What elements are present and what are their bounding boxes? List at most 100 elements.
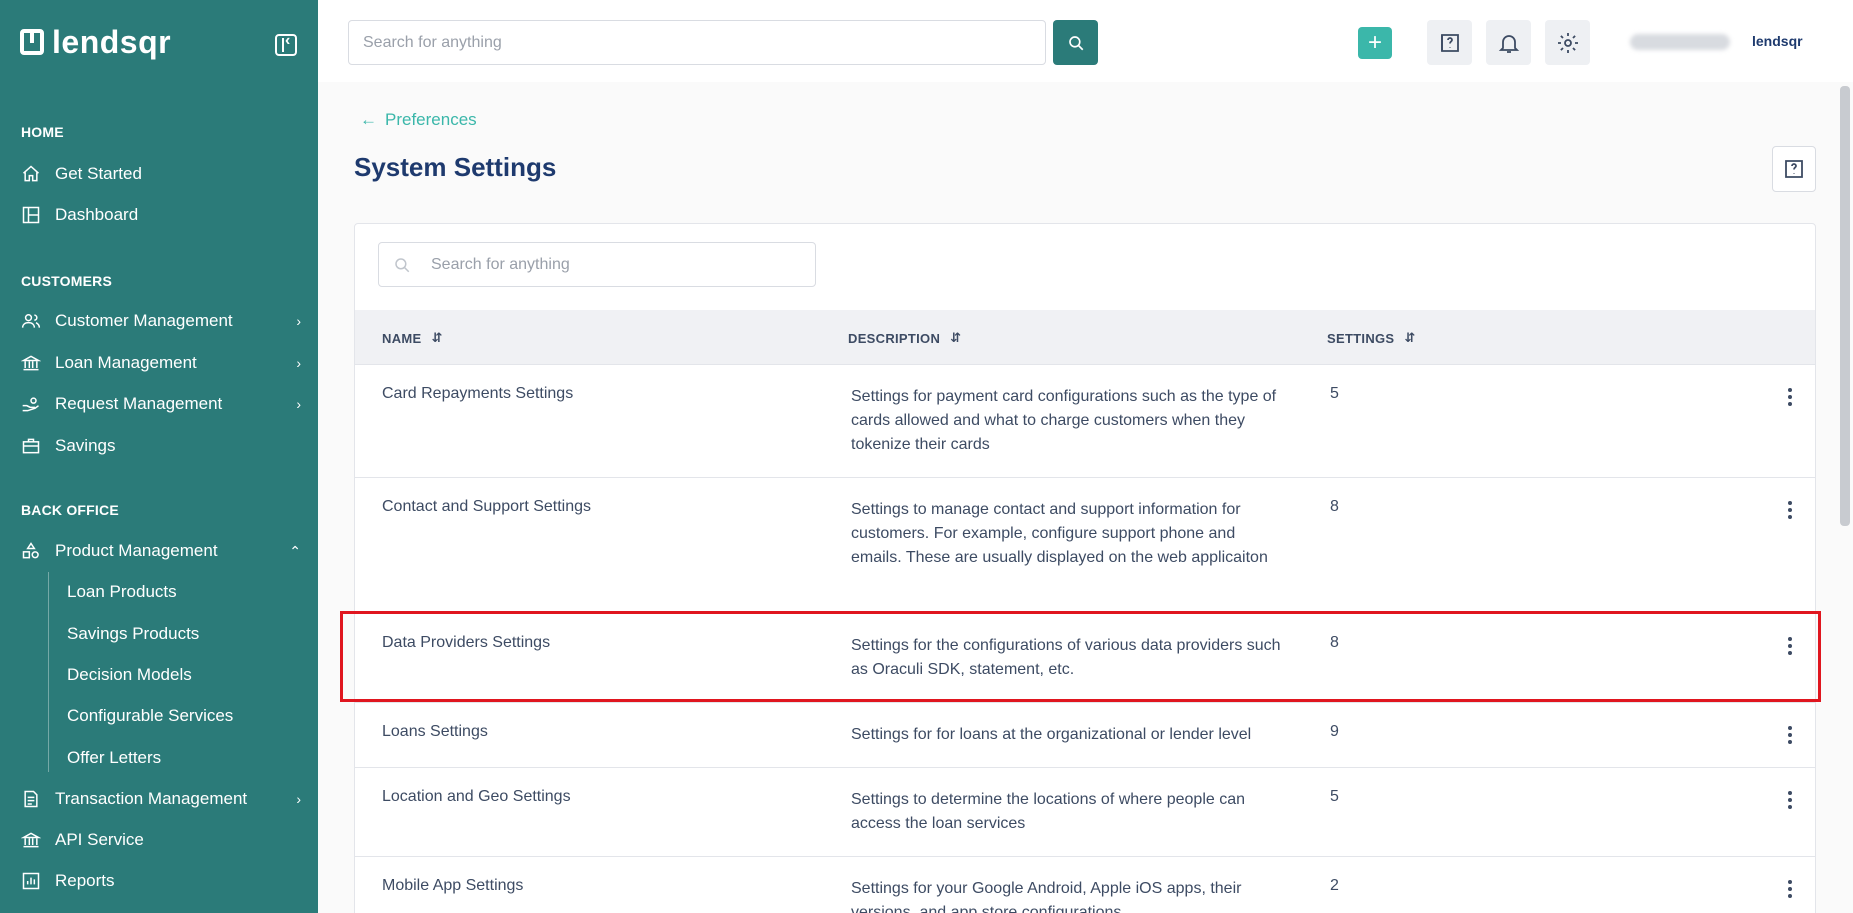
row-count: 5 (1330, 385, 1339, 402)
org-logo: lendsqr (1752, 33, 1803, 49)
nav-customer-management[interactable]: Customer Management › (21, 307, 301, 335)
nav-label: Request Management (55, 394, 223, 413)
logo-mark-icon (20, 29, 44, 55)
chevron-up-icon: ⌃ (289, 543, 301, 559)
global-search-button[interactable] (1053, 20, 1098, 65)
nav-savings[interactable]: Savings (21, 432, 301, 460)
row-menu-icon[interactable] (1780, 385, 1800, 409)
nav-label: Product Management (55, 541, 218, 560)
row-menu-icon[interactable] (1780, 634, 1800, 658)
nav-loan-management[interactable]: Loan Management › (21, 349, 301, 377)
sort-icon[interactable]: ⇵ (431, 330, 442, 346)
row-name: Data Providers Settings (382, 634, 551, 651)
row-menu-icon[interactable] (1780, 788, 1800, 812)
nav-loan-products[interactable]: Loan Products (67, 582, 177, 602)
page-scrollbar[interactable] (1840, 86, 1850, 526)
row-description: Settings for payment card configurations… (851, 388, 1277, 453)
column-name-label: NAME (382, 330, 422, 346)
column-settings-label: SETTINGS (1327, 330, 1395, 346)
nav-decision-models[interactable]: Decision Models (67, 665, 192, 685)
global-search-input[interactable]: Search for anything (348, 20, 1046, 65)
chevron-right-icon: › (296, 355, 301, 371)
nav-label: Reports (55, 871, 115, 890)
page-help-button[interactable] (1772, 146, 1816, 192)
nav-dashboard[interactable]: Dashboard (21, 201, 301, 229)
row-description: Settings for the configurations of vario… (851, 637, 1281, 678)
nav-configurable-services[interactable]: Configurable Services (67, 706, 233, 726)
search-icon (1068, 35, 1083, 50)
briefcase-icon (21, 436, 41, 456)
row-name: Location and Geo Settings (382, 788, 571, 805)
row-name: Contact and Support Settings (382, 498, 592, 515)
nav-label: Transaction Management (55, 789, 248, 808)
row-name: Card Repayments Settings (382, 385, 574, 402)
nav-reports[interactable]: Reports (21, 867, 301, 895)
nav-get-started[interactable]: Get Started (21, 160, 301, 188)
column-settings[interactable]: SETTINGS ⇵ (1327, 330, 1416, 346)
nav-savings-products[interactable]: Savings Products (67, 624, 199, 644)
table-row[interactable]: Location and Geo Settings Settings to de… (355, 768, 1815, 857)
request-icon (21, 394, 41, 414)
table-row[interactable]: Card Repayments Settings Settings for pa… (355, 365, 1815, 478)
row-count: 8 (1330, 634, 1339, 651)
row-count: 5 (1330, 788, 1339, 805)
user-menu[interactable] (1630, 34, 1730, 50)
page-title: System Settings (354, 152, 557, 182)
column-name[interactable]: NAME ⇵ (382, 330, 443, 346)
breadcrumb-back[interactable]: ← Preferences (360, 110, 477, 130)
search-icon (395, 257, 410, 272)
column-description-label: DESCRIPTION (848, 330, 941, 346)
help-button[interactable] (1427, 20, 1472, 65)
row-name: Loans Settings (382, 723, 488, 740)
row-menu-icon[interactable] (1780, 723, 1800, 747)
help-icon (1785, 160, 1803, 178)
nav-transaction-management[interactable]: Transaction Management › (21, 785, 301, 813)
bank-icon (21, 830, 41, 850)
table-row[interactable]: Data Providers Settings Settings for the… (355, 614, 1815, 703)
row-count: 2 (1330, 877, 1339, 894)
home-icon (21, 164, 41, 184)
row-count: 8 (1330, 498, 1339, 515)
nav-offer-letters[interactable]: Offer Letters (67, 748, 161, 768)
nav-label: Dashboard (55, 205, 139, 224)
table-row[interactable]: Loans Settings Settings for for loans at… (355, 703, 1815, 768)
row-menu-icon[interactable] (1780, 877, 1800, 901)
row-menu-icon[interactable] (1780, 498, 1800, 522)
shapes-icon (21, 541, 41, 561)
add-button[interactable]: + (1358, 27, 1392, 59)
sort-icon[interactable]: ⇵ (950, 330, 961, 346)
gear-icon (1557, 32, 1578, 53)
sort-icon[interactable]: ⇵ (1404, 330, 1415, 346)
nav-label: Savings (55, 436, 116, 455)
nav-label: Loan Management (55, 353, 197, 372)
table-search-placeholder: Search for anything (431, 255, 570, 273)
table-row[interactable]: Contact and Support Settings Settings to… (355, 478, 1815, 614)
notifications-button[interactable] (1486, 20, 1531, 65)
arrow-left-icon: ← (360, 110, 377, 129)
logo-text: lendsqr (52, 24, 172, 60)
help-icon (1440, 33, 1459, 52)
nav-label: Customer Management (55, 311, 233, 330)
breadcrumb-label: Preferences (385, 110, 477, 129)
row-description: Settings for for loans at the organizati… (851, 726, 1252, 743)
section-home: HOME (21, 124, 64, 140)
section-customers: CUSTOMERS (21, 273, 112, 289)
nav-request-management[interactable]: Request Management › (21, 390, 301, 418)
table-search-input[interactable]: Search for anything (378, 242, 816, 287)
settings-table-card: Search for anything NAME ⇵ DESCRIPTION ⇵… (354, 223, 1816, 913)
chevron-right-icon: › (296, 791, 301, 807)
settings-button[interactable] (1545, 20, 1590, 65)
row-description: Settings for your Google Android, Apple … (851, 880, 1242, 913)
table-row[interactable]: Mobile App Settings Settings for your Go… (355, 857, 1815, 913)
bank-icon (21, 353, 41, 373)
logo[interactable]: lendsqr (20, 26, 171, 58)
nav-product-management[interactable]: Product Management ⌃ (21, 537, 301, 565)
sidebar: lendsqr HOME Get Started Dashboard CUSTO… (0, 0, 318, 913)
collapse-sidebar-icon[interactable] (275, 32, 297, 56)
submenu-rail (48, 572, 49, 772)
table-header: NAME ⇵ DESCRIPTION ⇵ SETTINGS ⇵ (355, 310, 1815, 365)
row-name: Mobile App Settings (382, 877, 524, 894)
column-description[interactable]: DESCRIPTION ⇵ (848, 330, 961, 346)
nav-api-service[interactable]: API Service (21, 826, 301, 854)
nav-label: API Service (55, 830, 144, 849)
